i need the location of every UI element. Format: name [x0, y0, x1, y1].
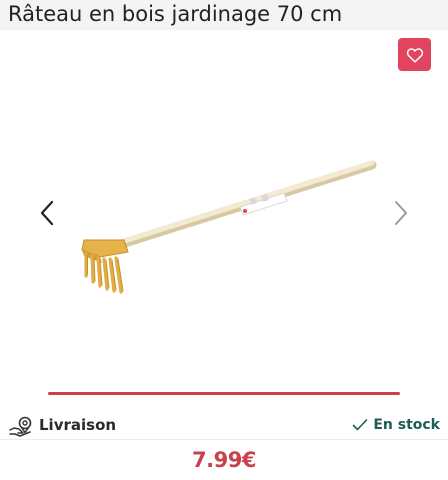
rake-head	[81, 239, 129, 294]
stock-label: En stock	[373, 417, 440, 433]
product-price: 7.99€	[192, 448, 256, 472]
product-image	[81, 160, 377, 294]
delivery-stock-row: Livraison En stock	[0, 412, 448, 440]
chevron-left-icon	[40, 200, 54, 226]
product-title: Râteau en bois jardinage 70 cm	[8, 2, 343, 26]
previous-image-button[interactable]	[32, 193, 62, 233]
rake-handle	[107, 160, 377, 252]
carousel-progress-fill	[48, 392, 400, 395]
favorite-button[interactable]	[398, 38, 431, 71]
carousel-progress-bar	[48, 392, 400, 395]
delivery-label: Livraison	[39, 416, 117, 434]
chevron-right-icon	[395, 201, 407, 225]
next-image-button[interactable]	[386, 193, 416, 233]
delivery-pin-icon	[9, 416, 32, 437]
stock-status: En stock	[352, 417, 440, 433]
product-image-carousel[interactable]	[0, 80, 448, 380]
title-bar: Râteau en bois jardinage 70 cm	[0, 0, 448, 30]
check-icon	[353, 419, 368, 431]
heart-outline-icon	[406, 47, 423, 63]
